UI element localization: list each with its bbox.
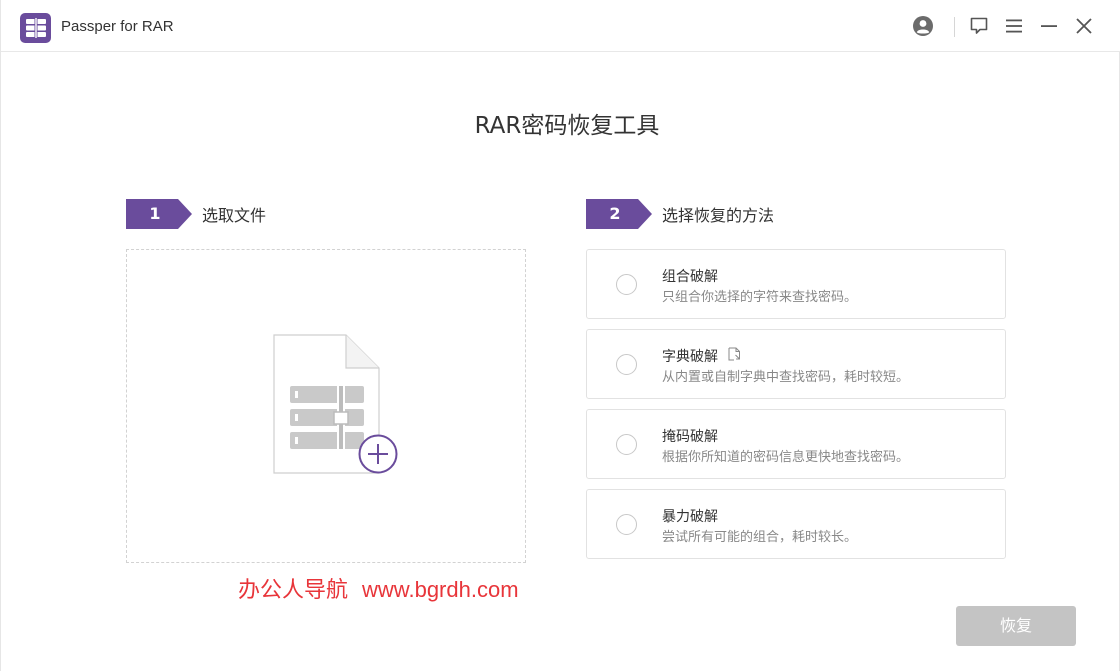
close-icon[interactable]: [1072, 14, 1096, 38]
method-title: 组合破解: [662, 269, 718, 285]
title-bar: Passper for RAR: [1, 0, 1120, 52]
step-2-header: 2 选择恢复的方法: [586, 199, 774, 229]
file-drop-zone[interactable]: [126, 249, 526, 563]
step-2-label: 选择恢复的方法: [662, 206, 775, 225]
method-title: 字典破解: [662, 349, 718, 365]
app-title: Passper for RAR: [61, 18, 174, 35]
dictionary-file-icon[interactable]: [728, 346, 741, 365]
method-description: 只组合你选择的字符来查找密码。: [662, 290, 858, 305]
method-title: 掩码破解: [662, 429, 718, 445]
step-1-label: 选取文件: [202, 206, 267, 225]
titlebar-divider: [954, 17, 955, 37]
minimize-icon[interactable]: [1037, 14, 1061, 38]
rar-archive-icon: [20, 13, 51, 43]
app-window: Passper for RAR RAR密码恢复工具 1 选取文件 2 选择恢复的…: [0, 0, 1120, 671]
step-2-badge: 2: [586, 199, 652, 229]
feedback-icon[interactable]: [967, 14, 991, 38]
step-1-header: 1 选取文件: [126, 199, 266, 229]
step-1-badge: 1: [126, 199, 192, 229]
watermark-site-name: 办公人导航: [238, 577, 349, 602]
method-description: 根据你所知道的密码信息更快地查找密码。: [662, 450, 910, 465]
step-2-number: 2: [609, 204, 621, 223]
method-description: 从内置或自制字典中查找密码，耗时较短。: [662, 370, 910, 385]
watermark-text: 办公人导航 www.bgrdh.com: [238, 572, 519, 604]
menu-icon[interactable]: [1002, 14, 1026, 38]
radio-button[interactable]: [616, 354, 637, 375]
method-option-mask[interactable]: 掩码破解 根据你所知道的密码信息更快地查找密码。: [586, 409, 1006, 479]
radio-button[interactable]: [616, 274, 637, 295]
method-option-combination[interactable]: 组合破解 只组合你选择的字符来查找密码。: [586, 249, 1006, 319]
method-option-dictionary[interactable]: 字典破解 从内置或自制字典中查找密码，耗时较短。: [586, 329, 1006, 399]
method-option-brute-force[interactable]: 暴力破解 尝试所有可能的组合，耗时较长。: [586, 489, 1006, 559]
radio-button[interactable]: [616, 514, 637, 535]
radio-button[interactable]: [616, 434, 637, 455]
watermark-url: www.bgrdh.com: [362, 577, 519, 602]
account-icon[interactable]: [911, 14, 935, 38]
add-rar-file-icon[interactable]: [273, 334, 403, 483]
method-title: 暴力破解: [662, 509, 718, 525]
step-1-number: 1: [149, 204, 161, 223]
method-description: 尝试所有可能的组合，耗时较长。: [662, 530, 858, 545]
recover-button[interactable]: 恢复: [956, 606, 1076, 646]
page-title: RAR密码恢复工具: [474, 113, 660, 139]
